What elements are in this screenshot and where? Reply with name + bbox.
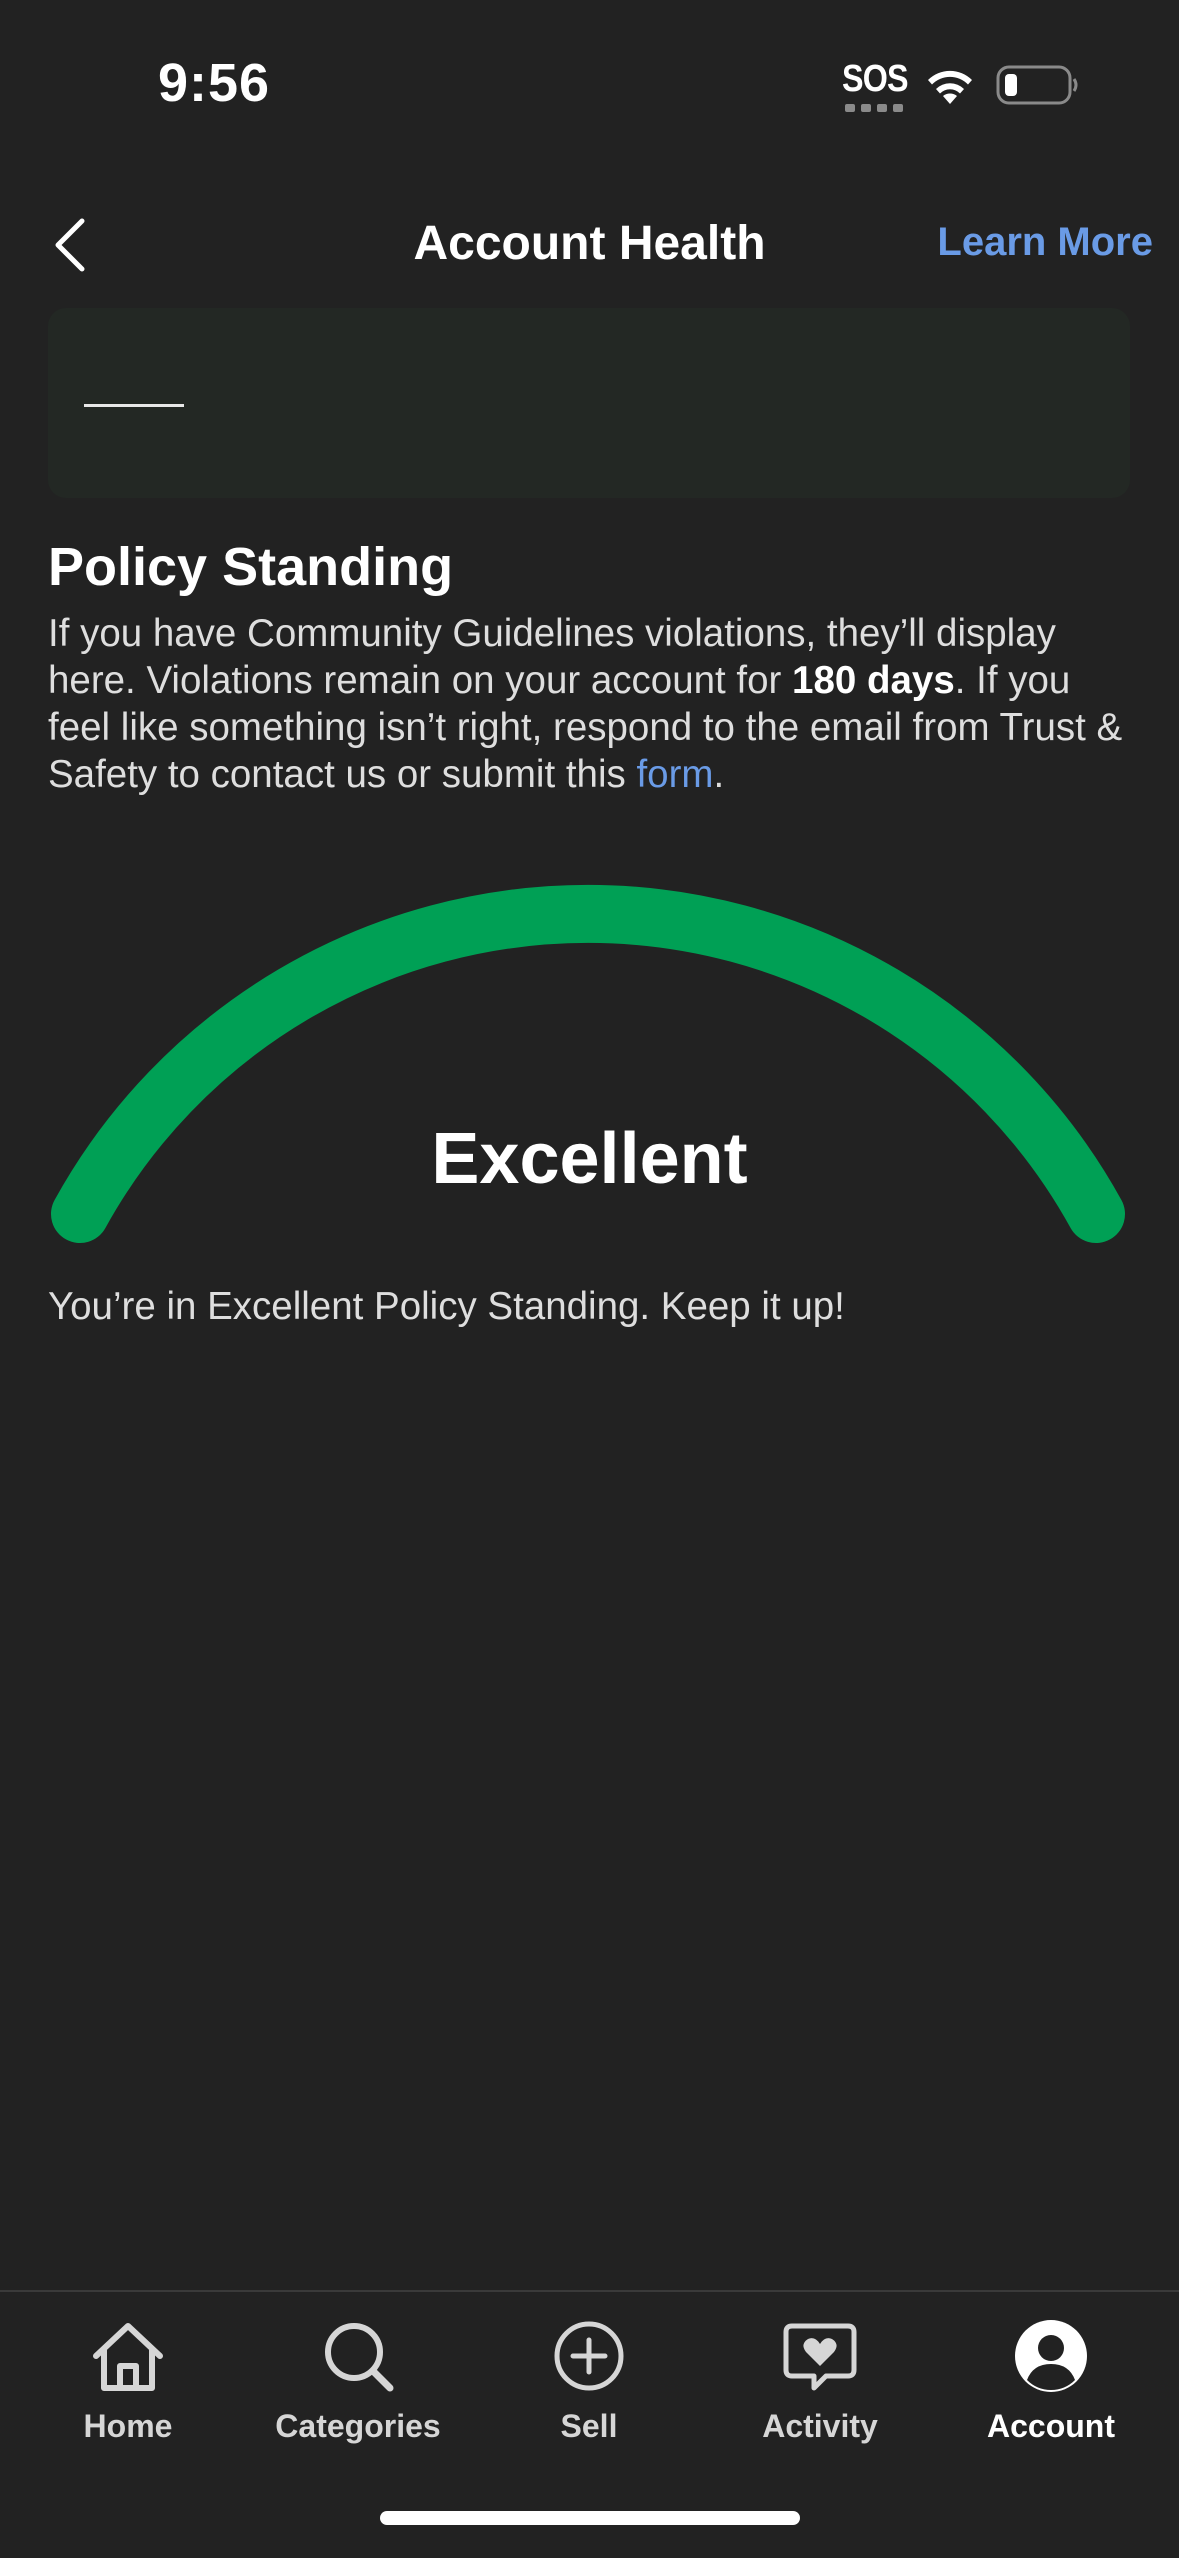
status-bar: 9:56 SOS — [0, 0, 1179, 150]
battery-icon — [996, 65, 1078, 105]
plus-circle-icon — [554, 2321, 624, 2391]
tab-activity[interactable]: Activity — [702, 2314, 938, 2464]
retention-period: 180 days — [792, 659, 955, 702]
home-icon — [93, 2323, 163, 2391]
loading-indicator — [84, 404, 184, 407]
search-icon — [325, 2323, 394, 2392]
description-end: . — [713, 753, 725, 796]
tab-categories[interactable]: Categories — [240, 2314, 476, 2464]
signal-dots-icon — [845, 104, 903, 112]
learn-more-link[interactable]: Learn More — [937, 220, 1153, 265]
tab-home[interactable]: Home — [10, 2314, 246, 2464]
gauge-status-message: You’re in Excellent Policy Standing. Kee… — [48, 1285, 845, 1328]
heart-chat-icon — [783, 2323, 857, 2391]
tab-label: Activity — [762, 2408, 878, 2444]
status-time: 9:56 — [158, 53, 271, 113]
tab-label: Sell — [560, 2408, 618, 2444]
policy-standing-description: If you have Community Guidelines violati… — [48, 610, 1138, 798]
tab-label: Account — [987, 2408, 1115, 2444]
tab-sell[interactable]: Sell — [471, 2314, 707, 2464]
tab-label: Home — [83, 2408, 173, 2444]
sos-indicator: SOS — [842, 58, 909, 100]
loading-placeholder-card — [48, 308, 1130, 498]
wifi-icon — [928, 70, 972, 104]
gauge-rating-label: Excellent — [431, 1119, 748, 1199]
policy-standing-title: Policy Standing — [48, 537, 454, 597]
home-indicator[interactable] — [380, 2511, 800, 2525]
tab-label: Categories — [275, 2408, 441, 2444]
account-icon — [1015, 2320, 1087, 2392]
form-link[interactable]: form — [636, 753, 713, 796]
policy-standing-gauge — [51, 884, 1125, 1243]
tab-account[interactable]: Account — [933, 2314, 1169, 2464]
navigation-bar: Account Health Learn More — [0, 190, 1179, 300]
